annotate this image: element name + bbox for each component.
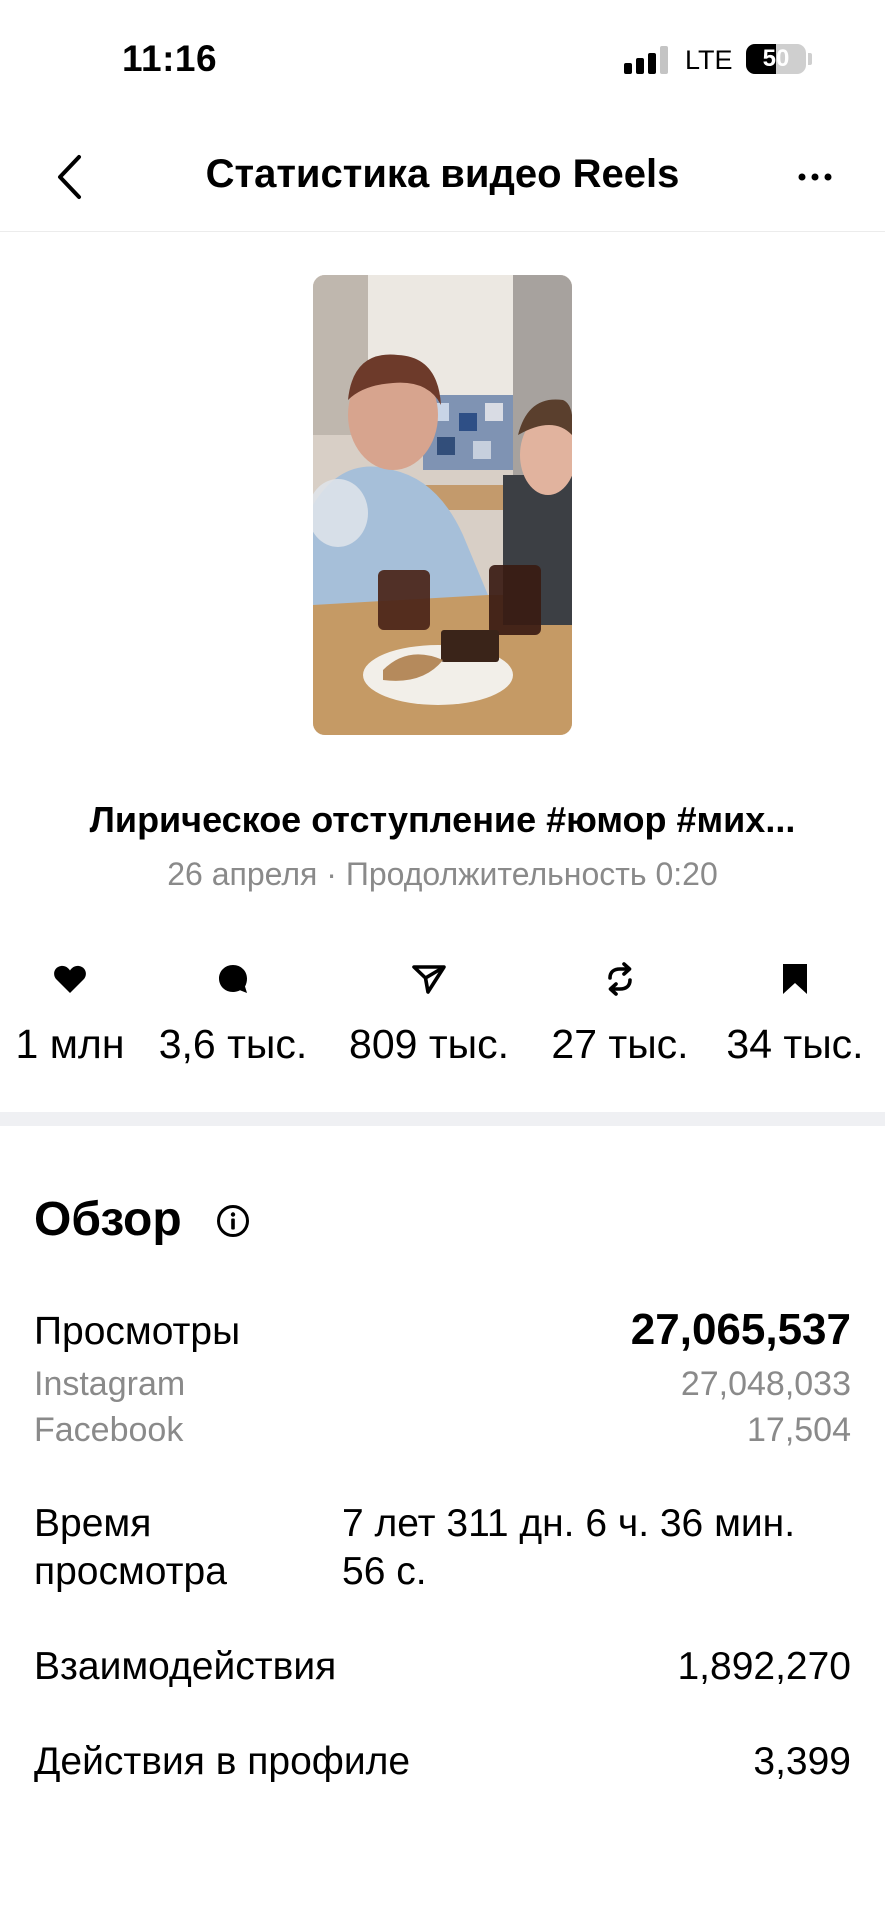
chevron-left-icon: [58, 155, 81, 199]
page-title: Статистика видео Reels: [205, 152, 680, 196]
stat-shares: 809 тыс.: [344, 960, 514, 1068]
info-icon[interactable]: [216, 1204, 250, 1238]
instagram-value: 27,048,033: [680, 1365, 851, 1403]
facebook-value: 17,504: [747, 1411, 851, 1449]
stat-saves: 34 тыс.: [710, 960, 880, 1068]
watch-time-value-line1: 7 лет 311 дн. 6 ч. 36 мин.: [342, 1502, 796, 1545]
more-button[interactable]: [785, 142, 845, 212]
more-icon: [798, 173, 832, 181]
interactions-value: 1,892,270: [677, 1645, 851, 1688]
comment-icon: [219, 965, 247, 993]
network-type: LTE: [685, 45, 733, 75]
stat-likes: 1 млн: [0, 960, 155, 1068]
comments-count: 3,6 тыс.: [158, 1021, 308, 1067]
signal-icon: [624, 46, 670, 74]
battery-icon: 50: [746, 44, 806, 74]
saves-count: 34 тыс.: [726, 1021, 864, 1067]
thumbnail-image: [313, 275, 572, 735]
views-value: 27,065,537: [630, 1305, 851, 1354]
video-title: Лирическое отступление #юмор #мих...: [89, 799, 796, 840]
header: Статистика видео Reels: [0, 120, 885, 232]
stat-comments: 3,6 тыс.: [148, 960, 318, 1068]
profile-actions-value: 3,399: [753, 1740, 851, 1783]
watch-time-label-line1: Время: [34, 1502, 152, 1545]
battery-nub: [808, 53, 812, 65]
status-bar: 11:16 LTE 50: [0, 0, 885, 120]
profile-actions-label: Действия в профиле: [34, 1740, 411, 1783]
overview-title: Обзор: [34, 1193, 182, 1246]
battery-percent: 50: [762, 45, 790, 72]
repost-icon: [608, 962, 632, 996]
bookmark-icon: [783, 964, 807, 994]
stat-reposts: 27 тыс.: [535, 960, 705, 1068]
heart-icon: [54, 965, 86, 993]
back-button[interactable]: [40, 142, 100, 212]
likes-count: 1 млн: [15, 1021, 125, 1067]
facebook-label: Facebook: [34, 1411, 184, 1449]
interactions-label: Взаимодействия: [34, 1645, 337, 1688]
shares-count: 809 тыс.: [349, 1021, 509, 1067]
watch-time-value-line2: 56 с.: [342, 1550, 427, 1593]
section-divider: [0, 1112, 885, 1126]
video-meta: 26 апреля · Продолжительность 0:20: [167, 856, 718, 892]
share-icon: [412, 965, 446, 994]
watch-time-label-line2: просмотра: [34, 1550, 227, 1593]
reposts-count: 27 тыс.: [551, 1021, 689, 1067]
video-thumbnail[interactable]: [313, 275, 572, 735]
instagram-label: Instagram: [34, 1365, 186, 1403]
status-time: 11:16: [122, 38, 218, 79]
views-label: Просмотры: [34, 1310, 241, 1353]
